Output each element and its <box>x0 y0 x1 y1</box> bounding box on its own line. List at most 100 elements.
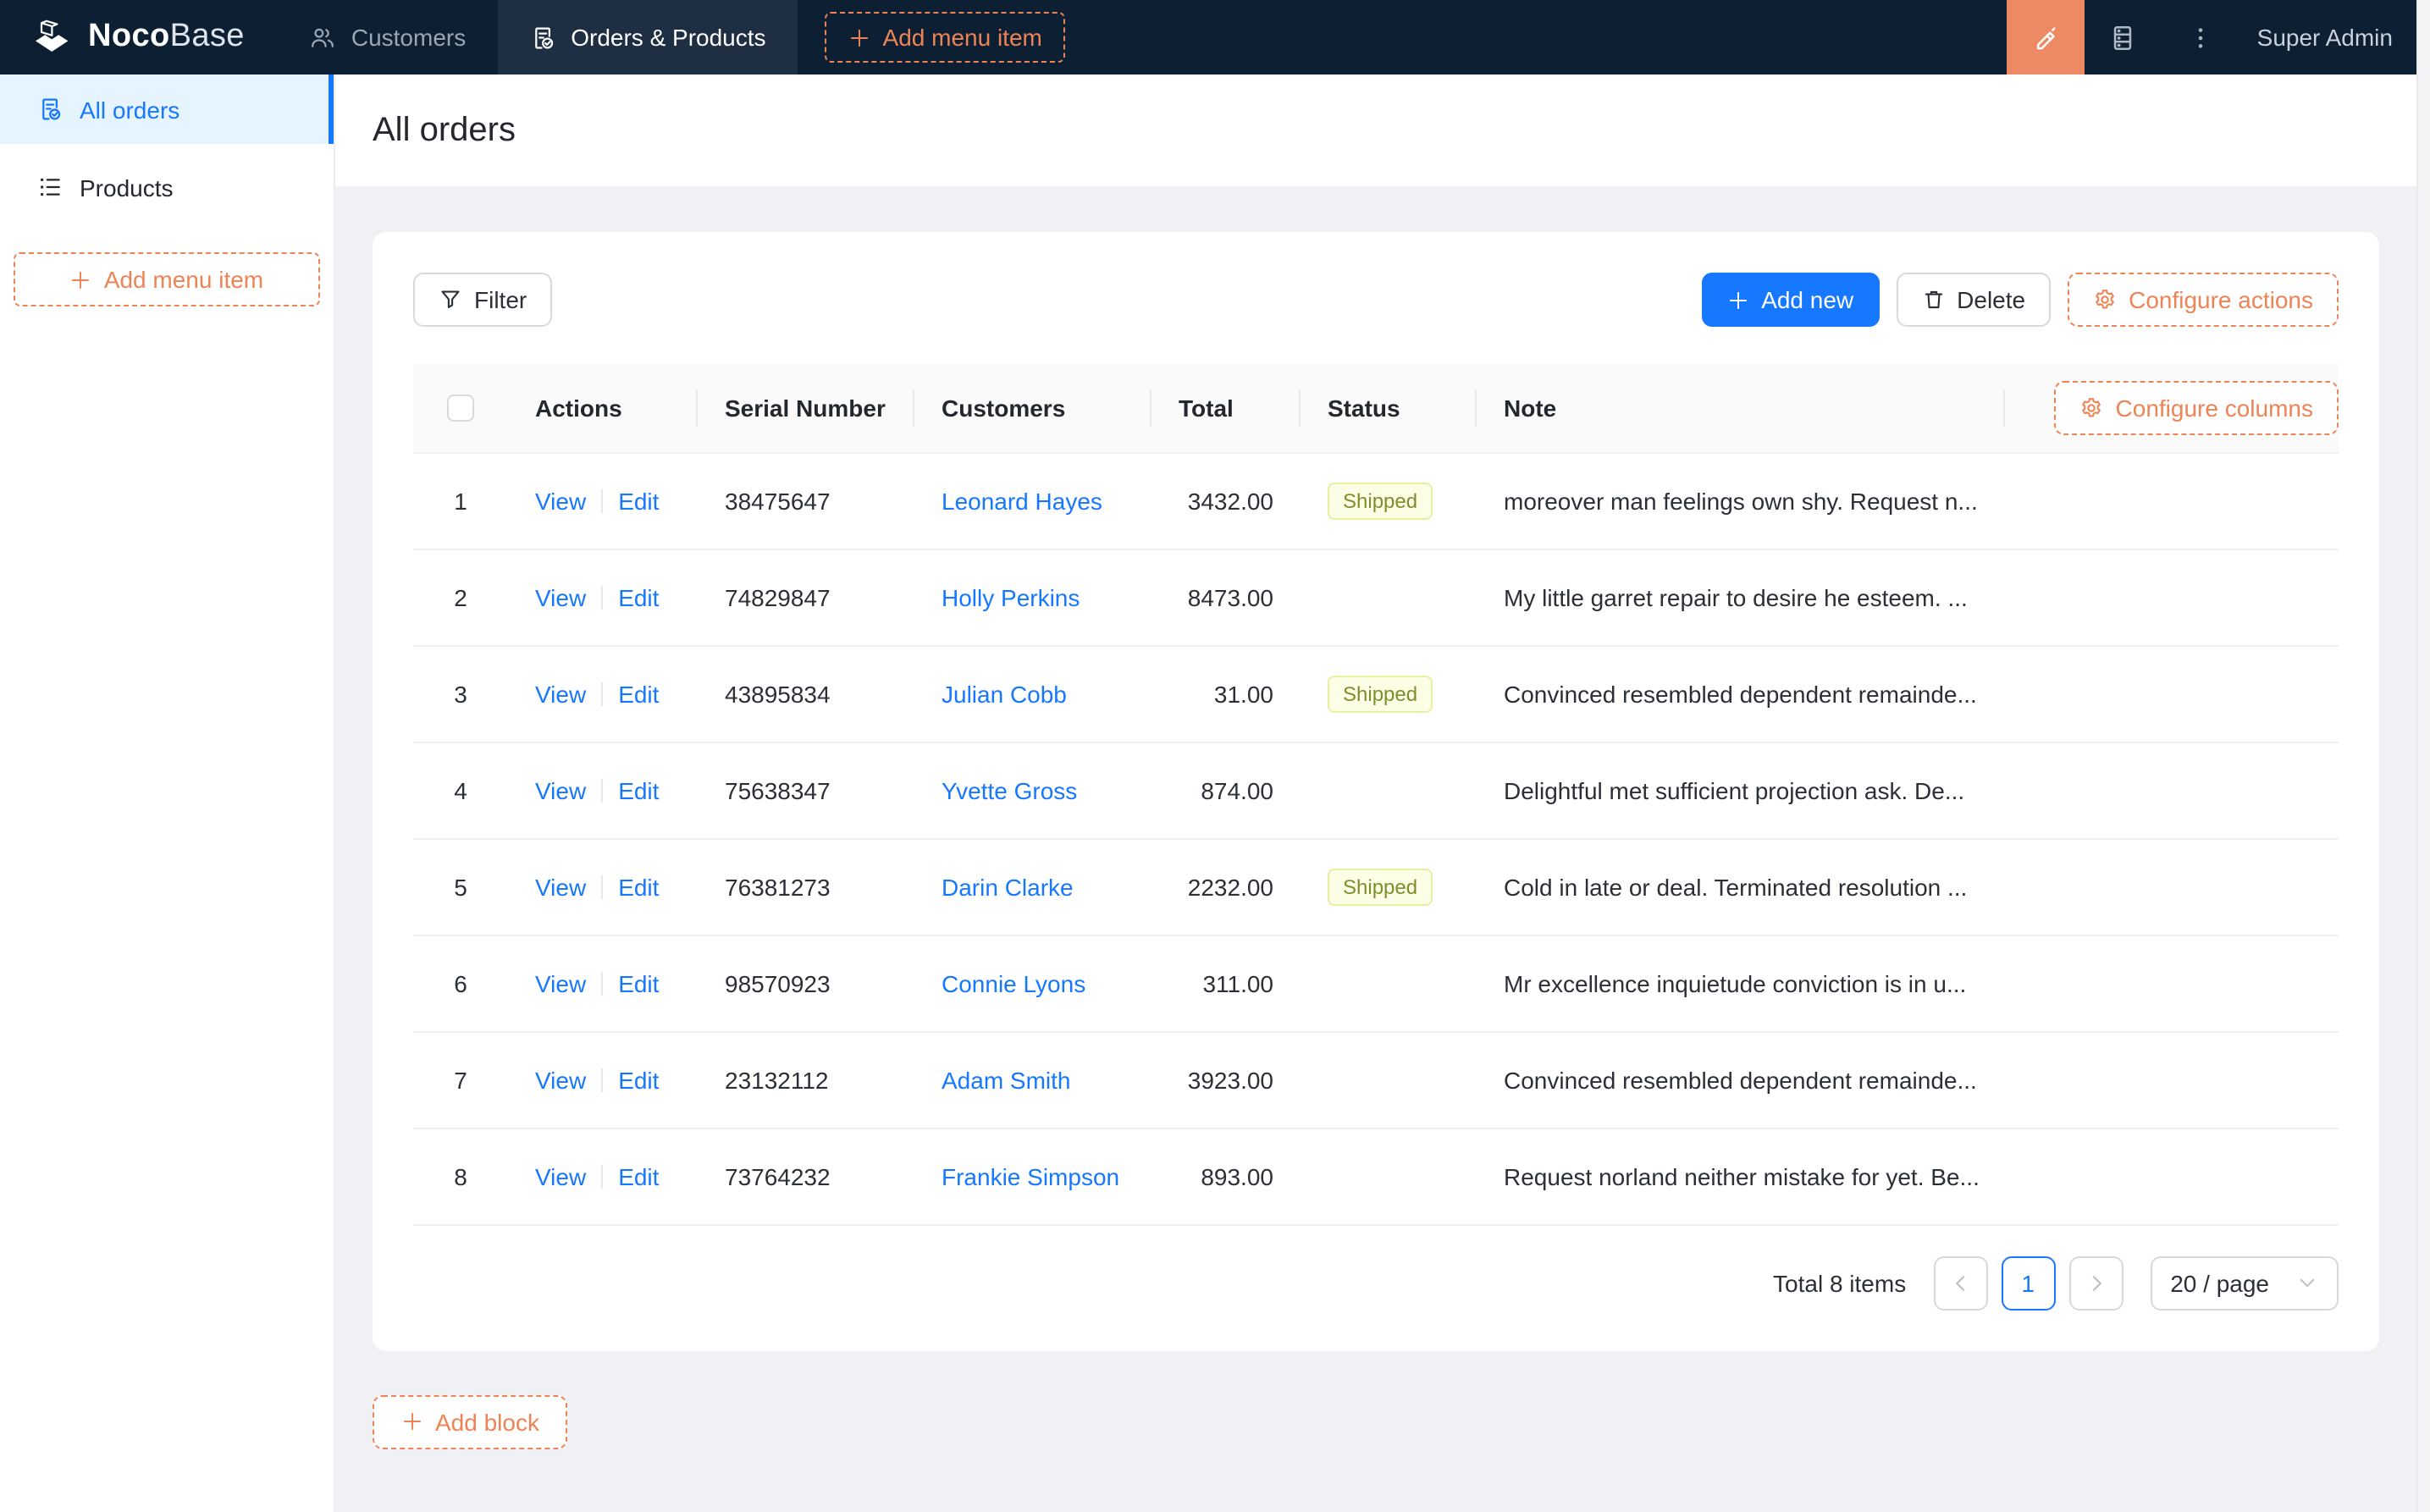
customer-link[interactable]: Holly Perkins <box>942 583 1080 610</box>
customer-cell: Darin Clarke <box>914 838 1151 935</box>
highlighter-icon <box>2031 23 2060 52</box>
add-new-button[interactable]: Add new <box>1702 273 1880 327</box>
edit-link[interactable]: Edit <box>618 873 659 900</box>
view-link[interactable]: View <box>535 873 586 900</box>
nav-tab-label: Customers <box>351 24 467 51</box>
table-row: 7 View Edit 23132112 Adam Smith 3923.00 Convin… <box>413 1031 2339 1128</box>
view-link[interactable]: View <box>535 969 586 996</box>
edit-link[interactable]: Edit <box>618 487 659 514</box>
orders-table: Actions Serial Number Customers Total St… <box>413 364 2339 1225</box>
status-cell <box>1301 1031 1477 1128</box>
nav-tab-orders-products[interactable]: Orders & Products <box>498 0 798 74</box>
nocobase-logo-icon <box>30 19 75 56</box>
customer-link[interactable]: Adam Smith <box>942 1066 1071 1093</box>
serial-number-cell: 98570923 <box>698 935 914 1032</box>
view-link[interactable]: View <box>535 1066 586 1093</box>
customer-link[interactable]: Leonard Hayes <box>942 487 1102 514</box>
customer-cell: Connie Lyons <box>914 935 1151 1032</box>
configure-actions-button[interactable]: Configure actions <box>2068 273 2339 327</box>
row-actions-cell: View Edit <box>508 645 698 742</box>
view-link[interactable]: View <box>535 776 586 803</box>
note-cell: Request norland neither mistake for yet.… <box>1477 1128 2005 1225</box>
total-cell: 874.00 <box>1151 742 1301 839</box>
sidebar: All orders Products Add menu item <box>0 74 335 1512</box>
status-badge: Shipped <box>1328 868 1433 905</box>
edit-link[interactable]: Edit <box>618 1162 659 1189</box>
select-all-checkbox[interactable] <box>447 395 474 422</box>
ui-editor-button[interactable] <box>2006 0 2085 74</box>
add-menu-item-button-header[interactable]: Add menu item <box>825 12 1066 63</box>
status-cell <box>1301 549 1477 646</box>
customer-link[interactable]: Julian Cobb <box>942 680 1067 707</box>
table-row: 5 View Edit 76381273 Darin Clarke 2232.00 Ship… <box>413 838 2339 935</box>
view-link[interactable]: View <box>535 487 586 514</box>
row-index-cell: 7 <box>413 1031 508 1128</box>
column-header-total: Total <box>1151 364 1301 453</box>
status-badge: Shipped <box>1328 675 1433 712</box>
sidebar-item-products[interactable]: Products <box>0 152 334 222</box>
ellipsis-vertical-icon <box>2189 25 2214 50</box>
configure-columns-button[interactable]: Configure columns <box>2054 380 2339 435</box>
customer-link[interactable]: Frankie Simpson <box>942 1162 1119 1189</box>
row-index-cell: 3 <box>413 645 508 742</box>
chevron-left-icon <box>1948 1271 1972 1294</box>
note-cell: Delightful met sufficient projection ask… <box>1477 742 2005 839</box>
more-menu-button[interactable] <box>2162 0 2240 74</box>
status-cell <box>1301 935 1477 1032</box>
status-cell <box>1301 1128 1477 1225</box>
edit-link[interactable]: Edit <box>618 969 659 996</box>
customers-icon <box>311 25 336 50</box>
trash-icon <box>1921 288 1945 312</box>
page-size-select[interactable]: 20 / page <box>2150 1255 2339 1310</box>
user-menu[interactable]: Super Admin <box>2240 24 2430 51</box>
logo[interactable]: NocoBase <box>0 0 279 74</box>
row-index-cell: 2 <box>413 549 508 646</box>
filter-button[interactable]: Filter <box>413 273 553 327</box>
page-1-button[interactable]: 1 <box>2001 1255 2056 1310</box>
view-link[interactable]: View <box>535 1162 586 1189</box>
edit-link[interactable]: Edit <box>618 680 659 707</box>
column-header-configure: Configure columns <box>2005 364 2339 453</box>
nav-tab-customers[interactable]: Customers <box>279 0 498 74</box>
view-link[interactable]: View <box>535 680 586 707</box>
edit-link[interactable]: Edit <box>618 1066 659 1093</box>
customer-link[interactable]: Darin Clarke <box>942 873 1074 900</box>
add-menu-item-button-sidebar[interactable]: Add menu item <box>14 252 320 306</box>
next-page-button[interactable] <box>2068 1255 2123 1310</box>
row-index-cell: 8 <box>413 1128 508 1225</box>
view-link[interactable]: View <box>535 583 586 610</box>
total-cell: 311.00 <box>1151 935 1301 1032</box>
divider <box>601 682 604 705</box>
page-header: All orders <box>335 74 2430 186</box>
top-header: NocoBase Customers Orders & Products Add… <box>0 0 2430 74</box>
page-content: Filter Add new Delete Configure actions … <box>335 186 2430 1512</box>
scrollbar-track[interactable] <box>2416 0 2430 1512</box>
divider <box>601 971 604 995</box>
gear-icon <box>2080 396 2104 420</box>
add-block-button[interactable]: Add block <box>373 1394 568 1449</box>
serial-number-cell: 43895834 <box>698 645 914 742</box>
divider <box>601 875 604 898</box>
note-cell: Cold in late or deal. Terminated resolut… <box>1477 838 2005 935</box>
sidebar-item-label: Products <box>80 174 174 201</box>
delete-button[interactable]: Delete <box>1896 273 2052 327</box>
customer-cell: Yvette Gross <box>914 742 1151 839</box>
customer-cell: Leonard Hayes <box>914 452 1151 549</box>
pagination: Total 8 items 1 20 / page <box>413 1255 2339 1310</box>
serial-number-cell: 73764232 <box>698 1128 914 1225</box>
prev-page-button[interactable] <box>1933 1255 1988 1310</box>
configure-cell <box>2005 549 2339 646</box>
sidebar-item-all-orders[interactable]: All orders <box>0 74 334 144</box>
customer-link[interactable]: Yvette Gross <box>942 776 1077 803</box>
customer-link[interactable]: Connie Lyons <box>942 969 1085 996</box>
status-cell: Shipped <box>1301 452 1477 549</box>
row-index-cell: 4 <box>413 742 508 839</box>
total-cell: 3432.00 <box>1151 452 1301 549</box>
customer-cell: Adam Smith <box>914 1031 1151 1128</box>
nocobase-app: NocoBase Customers Orders & Products Add… <box>0 0 2430 1512</box>
edit-link[interactable]: Edit <box>618 583 659 610</box>
plugin-manager-button[interactable] <box>2085 0 2162 74</box>
status-cell <box>1301 742 1477 839</box>
edit-link[interactable]: Edit <box>618 776 659 803</box>
chevron-down-icon <box>2296 1272 2318 1294</box>
